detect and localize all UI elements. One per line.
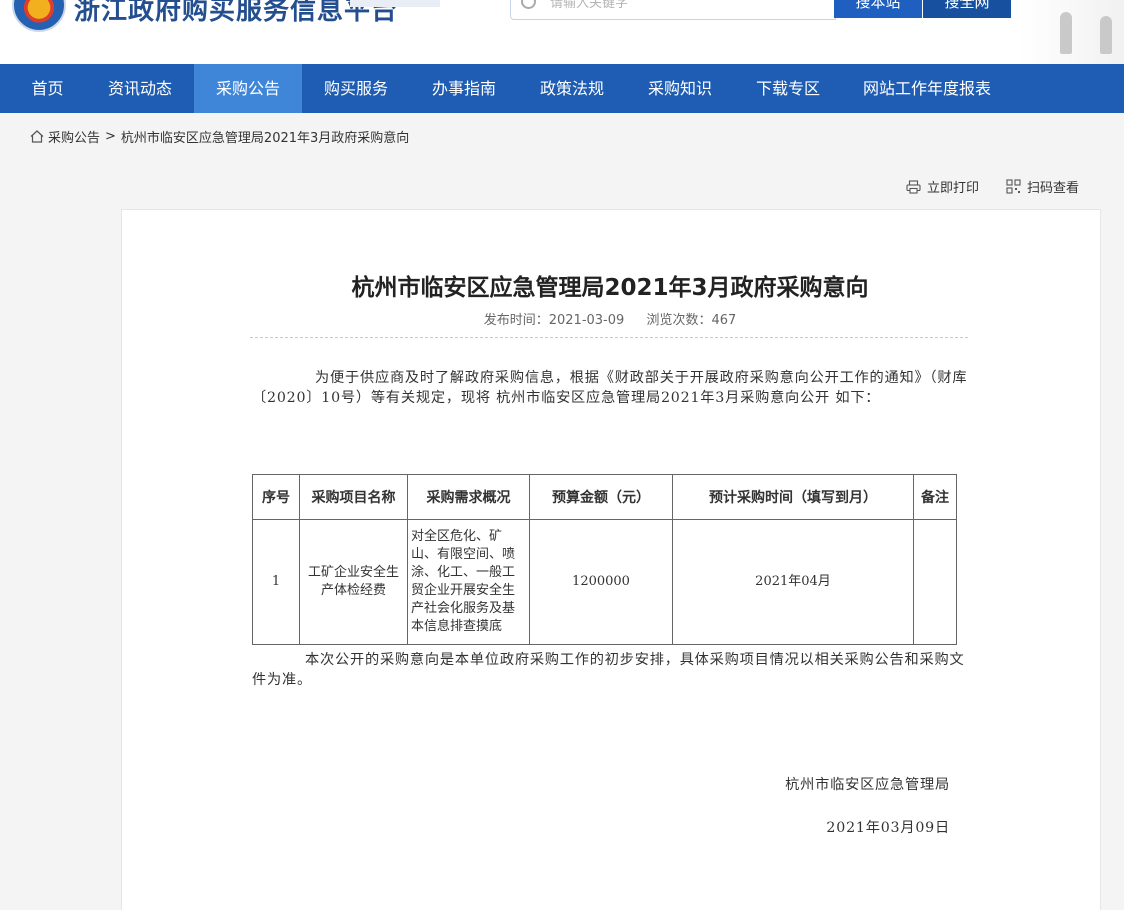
sign-date: 2021年03月09日 bbox=[826, 820, 950, 836]
printer-icon bbox=[906, 179, 921, 194]
search-site-button[interactable]: 搜本站 bbox=[834, 0, 922, 18]
col-header-budget: 预算金额（元） bbox=[529, 474, 673, 520]
col-header-no: 序号 bbox=[252, 474, 300, 520]
nav-item-downloads[interactable]: 下载专区 bbox=[734, 64, 842, 113]
search-placeholder: 请输入关键字 bbox=[550, 0, 629, 11]
breadcrumb-section[interactable]: 采购公告 bbox=[48, 127, 100, 146]
print-button[interactable]: 立即打印 bbox=[906, 177, 979, 196]
cell-summary: 对全区危化、矿山、有限空间、喷涂、化工、一般工贸企业开展安全生产社会化服务及基本… bbox=[407, 519, 530, 645]
cell-time: 2021年04月 bbox=[672, 519, 914, 645]
home-icon[interactable] bbox=[30, 130, 44, 143]
site-logo[interactable] bbox=[12, 0, 66, 32]
cell-remark bbox=[913, 519, 957, 645]
table-row: 1 工矿企业安全生产体检经费 对全区危化、矿山、有限空间、喷涂、化工、一般工贸企… bbox=[252, 519, 957, 645]
search-web-button[interactable]: 搜全网 bbox=[923, 0, 1011, 18]
cell-budget: 1200000 bbox=[529, 519, 673, 645]
col-header-remark: 备注 bbox=[913, 474, 957, 520]
title-divider bbox=[250, 337, 968, 338]
qrcode-icon bbox=[1006, 179, 1021, 194]
article-meta: 发布时间：2021-03-09 浏览次数：467 bbox=[0, 309, 1124, 328]
col-header-summary: 采购需求概况 bbox=[407, 474, 530, 520]
scan-button[interactable]: 扫码查看 bbox=[1006, 177, 1079, 196]
view-count: 浏览次数：467 bbox=[646, 313, 737, 328]
procurement-table: 序号 采购项目名称 采购需求概况 预算金额（元） 预计采购时间（填写到月） 备注… bbox=[252, 474, 957, 645]
main-nav: 首页 资讯动态 采购公告 购买服务 办事指南 政策法规 采购知识 下载专区 网站… bbox=[0, 64, 1124, 113]
col-header-time: 预计采购时间（填写到月） bbox=[672, 474, 914, 520]
cell-no: 1 bbox=[252, 519, 300, 645]
cell-name: 工矿企业安全生产体检经费 bbox=[299, 519, 408, 645]
closing-paragraph: 本次公开的采购意向是本单位政府采购工作的初步安排，具体采购项目情况以相关采购公告… bbox=[252, 652, 965, 688]
nav-item-guide[interactable]: 办事指南 bbox=[410, 64, 518, 113]
article-title: 杭州市临安区应急管理局2021年3月政府采购意向 bbox=[351, 275, 869, 301]
print-label: 立即打印 bbox=[927, 181, 980, 196]
pagoda-icon bbox=[1100, 16, 1112, 54]
title-decoration bbox=[350, 0, 440, 7]
nav-item-policies[interactable]: 政策法规 bbox=[518, 64, 626, 113]
intro-paragraph: 为便于供应商及时了解政府采购信息，根据《财政部关于开展政府采购意向公开工作的通知… bbox=[252, 370, 968, 406]
breadcrumb-separator: > bbox=[105, 129, 116, 144]
nav-item-annual-report[interactable]: 网站工作年度报表 bbox=[842, 64, 1012, 113]
col-header-name: 采购项目名称 bbox=[299, 474, 408, 520]
nav-item-announcements[interactable]: 采购公告 bbox=[194, 64, 302, 113]
breadcrumb: 采购公告 > 杭州市临安区应急管理局2021年3月政府采购意向 bbox=[30, 127, 409, 146]
nav-item-home[interactable]: 首页 bbox=[0, 64, 95, 113]
nav-item-news[interactable]: 资讯动态 bbox=[95, 64, 185, 113]
header-decoration bbox=[1020, 0, 1124, 64]
nav-item-purchase-services[interactable]: 购买服务 bbox=[302, 64, 410, 113]
site-header: 浙江政府购买服务信息平台 请输入关键字 搜本站 搜全网 bbox=[0, 0, 1124, 64]
publish-time: 发布时间：2021-03-09 bbox=[483, 313, 625, 328]
pagoda-icon bbox=[1060, 12, 1072, 54]
nav-item-knowledge[interactable]: 采购知识 bbox=[626, 64, 734, 113]
signature: 杭州市临安区应急管理局 bbox=[785, 777, 950, 793]
breadcrumb-current[interactable]: 杭州市临安区应急管理局2021年3月政府采购意向 bbox=[121, 127, 409, 146]
scan-label: 扫码查看 bbox=[1027, 181, 1080, 196]
